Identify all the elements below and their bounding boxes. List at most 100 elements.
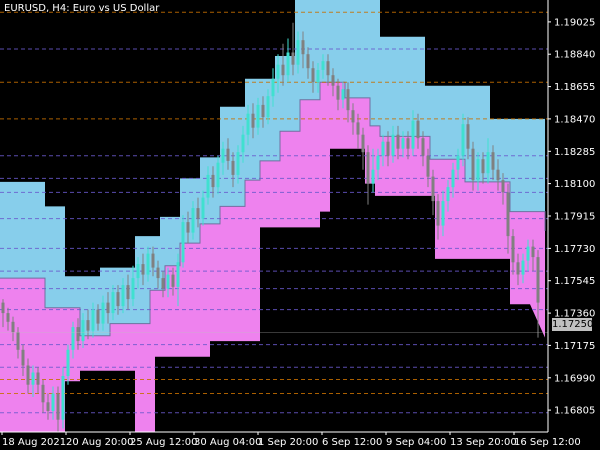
chart-title: EURUSD, H4: Euro vs US Dollar (4, 3, 160, 14)
candle-body-62 (311, 68, 315, 83)
candle-body-53 (266, 96, 270, 118)
candle-body-4 (21, 349, 25, 366)
candle-body-33 (166, 274, 170, 289)
candle-body-61 (306, 54, 310, 69)
candle-body-29 (146, 253, 150, 275)
candle-body-11 (56, 393, 60, 420)
candle-body-5 (26, 365, 30, 385)
x-tick-label-7: 13 Sep 20:00 (450, 437, 517, 448)
candle-body-105 (526, 246, 530, 261)
candle-body-78 (391, 134, 395, 156)
candle-body-54 (271, 78, 275, 97)
candle-body-22 (111, 292, 115, 314)
candle-body-82 (411, 120, 415, 149)
candle-body-2 (11, 321, 15, 333)
candle-body-72 (361, 134, 365, 153)
candle-body-19 (96, 309, 100, 324)
y-tick-label-2: 1.18655 (554, 82, 595, 93)
candle-body-60 (301, 40, 305, 55)
candle-body-3 (16, 332, 20, 350)
x-tick-label-8: 16 Sep 12:00 (514, 437, 581, 448)
candle-body-8 (41, 384, 45, 403)
candle-body-79 (396, 134, 400, 149)
y-tick-label-1: 1.18840 (554, 50, 595, 61)
candle-body-68 (341, 89, 345, 100)
candle-body-37 (186, 222, 190, 233)
price-chart[interactable]: 1.19025 1.18840 1.18655 1.18470 1.18285 1.181… (0, 0, 600, 450)
current-price-badge: 1.17250 (552, 318, 594, 331)
candle-body-73 (366, 152, 370, 184)
candle-body-89 (446, 187, 450, 202)
y-tick-label-6: 1.17915 (554, 212, 595, 223)
candle-body-106 (531, 246, 535, 258)
candle-body-81 (406, 138, 410, 149)
candle-body-91 (456, 155, 460, 170)
candle-body-83 (416, 120, 420, 139)
chart-area[interactable]: 1.19025 1.18840 1.18655 1.18470 1.18285 1.181… (0, 0, 600, 450)
y-tick-label-11: 1.16990 (554, 373, 595, 384)
y-tick-label-7: 1.17730 (554, 244, 595, 255)
y-tick-label-10: 1.17175 (554, 341, 595, 352)
candle-body-88 (441, 201, 445, 226)
candle-body-20 (101, 302, 105, 324)
candle-body-1 (6, 313, 10, 322)
candle-body-63 (316, 70, 320, 83)
candle-body-21 (106, 302, 110, 314)
candle-body-23 (116, 292, 120, 307)
candle-body-103 (516, 262, 520, 275)
candle-body-66 (331, 75, 335, 86)
candle-body-6 (31, 372, 35, 385)
candle-body-71 (356, 122, 360, 135)
candle-body-48 (241, 134, 245, 153)
candle-body-99 (496, 169, 500, 181)
y-tick-label-3: 1.18470 (554, 114, 595, 125)
candle-body-47 (236, 152, 240, 175)
candle-body-12 (61, 376, 65, 420)
candle-body-13 (66, 349, 70, 376)
candle-body-65 (326, 61, 330, 76)
candle-body-24 (121, 285, 125, 307)
candle-body-57 (286, 52, 290, 76)
candle-body-36 (181, 222, 185, 263)
y-tick-label-0: 1.19025 (554, 17, 595, 28)
candle-body-100 (501, 180, 505, 193)
candle-body-87 (436, 201, 440, 226)
candle-body-30 (151, 253, 155, 268)
candle-body-49 (246, 113, 250, 135)
x-tick-label-4: 1 Sep 20:00 (258, 437, 318, 448)
candle-body-26 (131, 278, 135, 300)
candle-body-67 (336, 85, 340, 100)
candle-body-58 (291, 52, 295, 65)
candle-body-84 (421, 138, 425, 156)
y-tick-label-5: 1.18100 (554, 179, 595, 190)
candle-body-102 (511, 236, 515, 263)
candle-body-42 (211, 174, 215, 188)
candle-body-96 (481, 159, 485, 174)
candle-body-77 (386, 141, 390, 156)
x-tick-label-3: 30 Aug 04:00 (194, 437, 261, 448)
candle-body-43 (216, 162, 220, 188)
candle-body-27 (136, 264, 140, 279)
candle-body-0 (1, 302, 5, 314)
x-tick-label-6: 9 Sep 04:00 (386, 437, 446, 448)
candle-body-86 (431, 176, 435, 202)
candle-body-40 (201, 197, 205, 219)
candle-body-7 (36, 372, 40, 385)
candle-body-9 (46, 402, 50, 411)
candle-body-93 (466, 124, 470, 149)
candle-body-38 (191, 208, 195, 233)
x-tick-label-0: 18 Aug 2021 (2, 437, 66, 448)
candle-body-59 (296, 40, 300, 65)
candle-body-31 (156, 267, 160, 279)
candle-body-80 (401, 138, 405, 149)
candle-body-97 (486, 152, 490, 174)
candle-body-104 (521, 260, 525, 275)
y-tick-label-8: 1.17545 (554, 276, 595, 287)
candle-body-101 (506, 192, 510, 237)
candle-body-52 (261, 104, 265, 118)
candle-body-28 (141, 264, 145, 275)
y-tick-label-4: 1.18285 (554, 147, 595, 158)
x-tick-label-2: 25 Aug 12:00 (130, 437, 197, 448)
candle-body-34 (171, 274, 175, 287)
candle-body-64 (321, 61, 325, 70)
